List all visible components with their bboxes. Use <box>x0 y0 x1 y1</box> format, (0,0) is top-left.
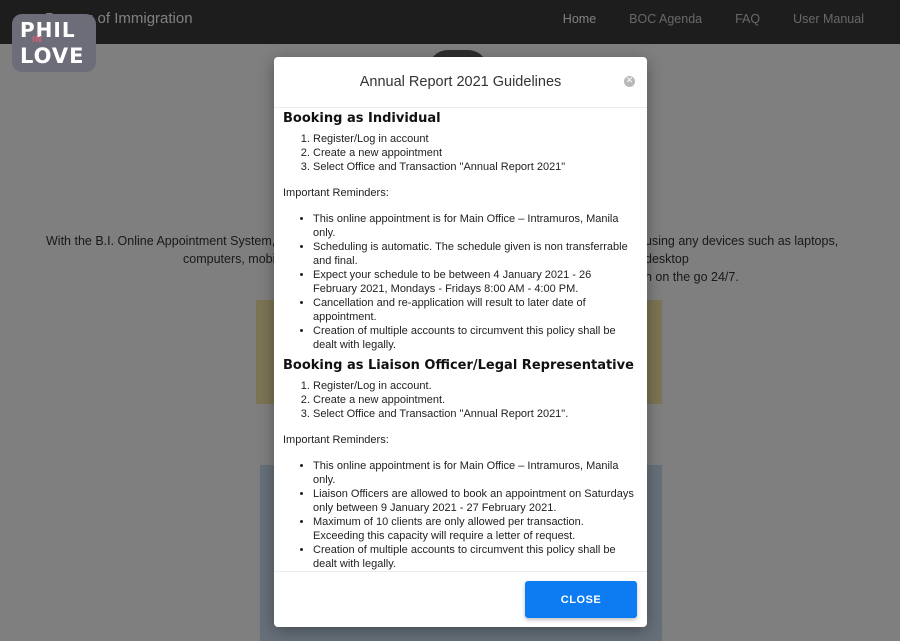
guidelines-modal: Annual Report 2021 Guidelines ✕ Booking … <box>274 57 647 627</box>
list-item: Select Office and Transaction "Annual Re… <box>313 160 638 174</box>
list-item: Creation of multiple accounts to circumv… <box>313 324 638 352</box>
list-item: Select Office and Transaction "Annual Re… <box>313 407 638 421</box>
section-heading-liaison: Booking as Liaison Officer/Legal Represe… <box>283 358 634 373</box>
watermark-logo: PHIL IN LOVE <box>12 14 96 72</box>
list-item: Create a new appointment. <box>313 393 638 407</box>
list-item: Creation of multiple accounts to circumv… <box>313 543 638 571</box>
liaison-reminders: This online appointment is for Main Offi… <box>283 459 638 571</box>
list-item: Register/Log in account. <box>313 379 638 393</box>
individual-reminders: This online appointment is for Main Offi… <box>283 212 638 352</box>
list-item: This online appointment is for Main Offi… <box>313 459 638 487</box>
section-heading-individual: Booking as Individual <box>283 111 441 126</box>
modal-title: Annual Report 2021 Guidelines <box>359 74 562 90</box>
list-item: Cancellation and re-application will res… <box>313 296 638 324</box>
list-item: Scheduling is automatic. The schedule gi… <box>313 240 638 268</box>
reminders-label: Important Reminders: <box>283 187 389 199</box>
close-button[interactable]: CLOSE <box>525 581 637 618</box>
list-item: Maximum of 10 clients are only allowed p… <box>313 515 638 543</box>
list-item: Liaison Officers are allowed to book an … <box>313 487 638 515</box>
close-icon[interactable]: ✕ <box>624 76 635 87</box>
list-item: Expect your schedule to be between 4 Jan… <box>313 268 638 296</box>
list-item: Register/Log in account <box>313 132 638 146</box>
modal-footer: CLOSE <box>274 571 647 627</box>
list-item: Create a new appointment <box>313 146 638 160</box>
individual-steps: Register/Log in account Create a new app… <box>283 132 638 174</box>
list-item: This online appointment is for Main Offi… <box>313 212 638 240</box>
liaison-steps: Register/Log in account. Create a new ap… <box>283 379 638 421</box>
reminders-label: Important Reminders: <box>283 434 389 446</box>
modal-header: Annual Report 2021 Guidelines ✕ <box>274 57 647 108</box>
modal-body: Booking as Individual Register/Log in ac… <box>283 109 638 578</box>
